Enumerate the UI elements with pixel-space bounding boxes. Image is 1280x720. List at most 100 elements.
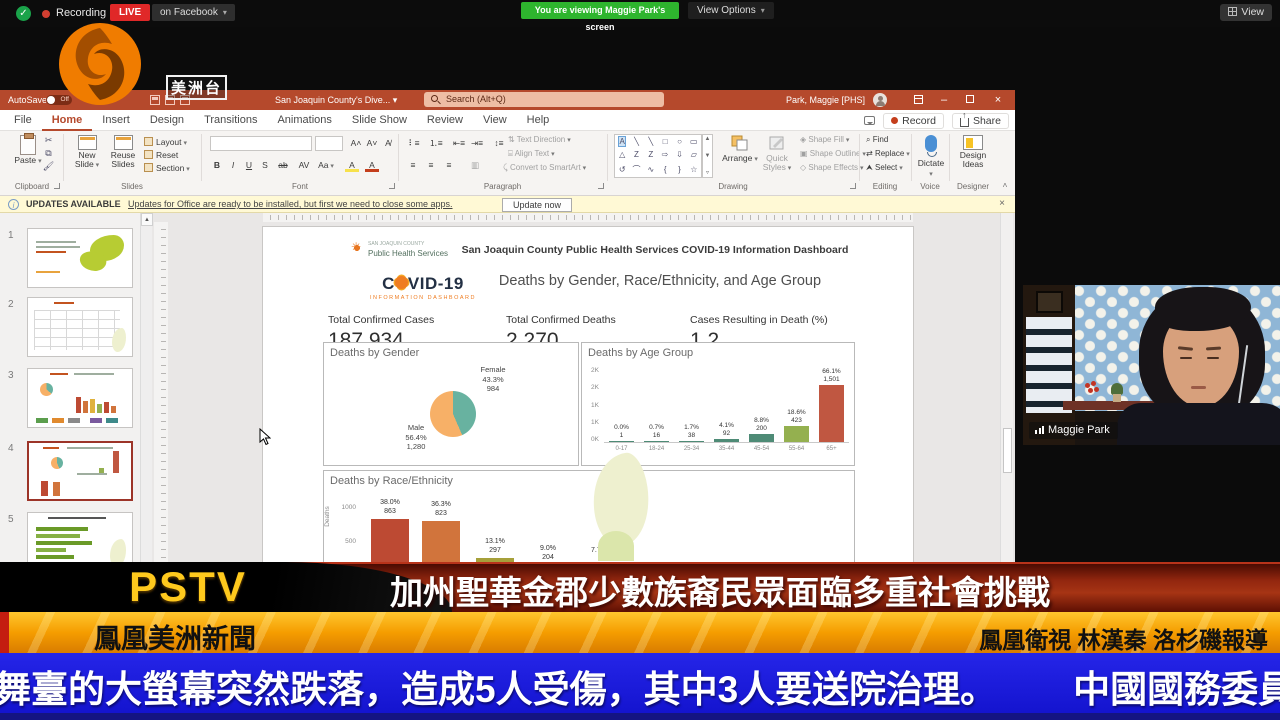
document-title[interactable]: San Joaquin County's Dive... ▾: [275, 90, 397, 110]
design-ideas-button[interactable]: Design Ideas: [954, 135, 992, 169]
numbering-button[interactable]: ⒈≡: [428, 137, 444, 150]
shape-glyph-16[interactable]: }: [678, 165, 681, 174]
increase-indent-button[interactable]: ⇥≡: [470, 137, 484, 150]
shape-glyph-4[interactable]: ○: [677, 137, 682, 146]
shape-glyph-13[interactable]: ⌒: [632, 164, 640, 175]
shrink-font-button[interactable]: A˅: [365, 137, 379, 150]
view-button[interactable]: View: [1220, 4, 1272, 21]
text-shadow-button[interactable]: S: [259, 159, 271, 172]
character-spacing-button[interactable]: AV: [295, 159, 313, 172]
shape-glyph-10[interactable]: ⇩: [676, 150, 683, 159]
restore-button[interactable]: [955, 90, 985, 110]
shape-glyph-5[interactable]: ▭: [690, 137, 698, 146]
shape-glyph-17[interactable]: ☆: [690, 165, 697, 174]
align-left-button[interactable]: ≡: [406, 159, 420, 172]
dictate-button[interactable]: Dictate: [916, 135, 946, 179]
bullets-button[interactable]: ⠇≡: [406, 137, 422, 150]
highlight-color-button[interactable]: A: [345, 159, 359, 172]
underline-button[interactable]: U: [243, 159, 255, 172]
shapes-gallery-scrollbar[interactable]: ▲▼▿: [702, 134, 713, 178]
shape-glyph-11[interactable]: ▱: [691, 150, 697, 159]
slide-scrollbar[interactable]: [1000, 213, 1013, 563]
columns-button[interactable]: ▥: [466, 159, 484, 172]
smartart-button[interactable]: ⤹ Convert to SmartArt: [503, 162, 586, 174]
share-button[interactable]: Share: [952, 113, 1009, 129]
layout-button[interactable]: Layout: [144, 137, 187, 148]
shape-glyph-0[interactable]: A: [619, 137, 624, 146]
section-button[interactable]: Section: [144, 163, 190, 174]
record-button[interactable]: Record: [883, 113, 944, 129]
select-button[interactable]: ⮝ Select: [866, 162, 903, 174]
collapse-ribbon-button[interactable]: ˄: [999, 179, 1011, 192]
tab-view[interactable]: View: [473, 110, 517, 131]
decrease-indent-button[interactable]: ⇤≡: [452, 137, 466, 150]
live-destination[interactable]: on Facebook: [152, 4, 235, 21]
text-direction-button[interactable]: ⇅ Text Direction: [508, 134, 571, 146]
thumbnail-scrollbar[interactable]: ▲: [140, 213, 152, 563]
italic-button[interactable]: I: [227, 159, 239, 172]
new-slide-button[interactable]: New Slide: [70, 135, 104, 170]
find-button[interactable]: ⌕ Find: [866, 134, 888, 145]
slide-thumbnail-4[interactable]: [27, 441, 133, 501]
user-avatar[interactable]: [873, 93, 887, 107]
shape-glyph-15[interactable]: {: [664, 165, 667, 174]
tab-home[interactable]: Home: [42, 110, 93, 131]
shape-glyph-8[interactable]: Z: [648, 150, 653, 159]
participant-video[interactable]: Maggie Park: [1023, 285, 1280, 445]
shape-effects-button[interactable]: ◇ Shape Effects: [800, 162, 864, 174]
scroll-up-icon[interactable]: ▲: [141, 213, 153, 226]
replace-button[interactable]: ⇄ Replace: [866, 148, 910, 160]
shape-glyph-7[interactable]: Z: [634, 150, 639, 159]
font-color-button[interactable]: A: [365, 159, 379, 172]
format-painter-icon[interactable]: 🖌: [42, 161, 55, 172]
shape-glyph-1[interactable]: ╲: [634, 137, 639, 146]
reset-button[interactable]: Reset: [144, 150, 178, 161]
font-name-select[interactable]: [210, 136, 312, 151]
copy-icon[interactable]: ⧉: [42, 148, 55, 159]
update-now-button[interactable]: Update now: [502, 198, 572, 212]
cut-icon[interactable]: ✂: [42, 135, 55, 146]
shape-glyph-14[interactable]: ∿: [647, 165, 654, 174]
scrollbar-thumb[interactable]: [1003, 428, 1012, 473]
arrange-button[interactable]: Arrange: [720, 135, 760, 164]
shape-glyph-12[interactable]: ↺: [619, 165, 626, 174]
tab-help[interactable]: Help: [517, 110, 560, 131]
tab-insert[interactable]: Insert: [92, 110, 140, 131]
shape-glyph-3[interactable]: □: [663, 137, 668, 146]
shapes-gallery[interactable]: A ╲ ╲ □ ○ ▭ △ ZZ ⇨ ⇩ ▱ ↺ ⌒ ∿ {} ☆: [614, 134, 702, 178]
change-case-button[interactable]: Aa: [317, 159, 335, 172]
close-update-banner-icon[interactable]: ×: [999, 198, 1005, 209]
reuse-slides-button[interactable]: Reuse Slides: [106, 135, 140, 169]
clear-formatting-button[interactable]: A̸: [381, 137, 395, 150]
slide-thumbnail-5[interactable]: [27, 512, 133, 563]
tab-transitions[interactable]: Transitions: [194, 110, 267, 131]
slide-thumbnail-2[interactable]: [27, 297, 133, 357]
tab-review[interactable]: Review: [417, 110, 473, 131]
update-banner-message[interactable]: Updates for Office are ready to be insta…: [128, 199, 453, 209]
shape-glyph-6[interactable]: △: [619, 150, 625, 159]
search-input[interactable]: Search (Alt+Q): [424, 92, 664, 107]
shape-outline-button[interactable]: ▣ Shape Outline: [800, 148, 866, 160]
align-text-button[interactable]: ⌸ Align Text: [508, 148, 555, 160]
slide-thumbnail-3[interactable]: [27, 368, 133, 428]
font-size-select[interactable]: [315, 136, 343, 151]
align-center-button[interactable]: ≡: [424, 159, 438, 172]
view-options-button[interactable]: View Options: [688, 2, 774, 19]
align-right-button[interactable]: ≡: [442, 159, 456, 172]
grow-font-button[interactable]: A˄: [349, 137, 363, 150]
shape-glyph-2[interactable]: ╲: [648, 137, 653, 146]
close-button[interactable]: ×: [983, 90, 1013, 110]
bold-button[interactable]: B: [211, 159, 223, 172]
save-icon[interactable]: [150, 95, 160, 105]
tab-design[interactable]: Design: [140, 110, 194, 131]
tab-slide-show[interactable]: Slide Show: [342, 110, 417, 131]
shape-fill-button[interactable]: ◈ Shape Fill: [800, 134, 849, 146]
tab-animations[interactable]: Animations: [267, 110, 341, 131]
line-spacing-button[interactable]: ↕≡: [492, 137, 506, 150]
tab-file[interactable]: File: [4, 110, 42, 131]
comments-icon[interactable]: [864, 116, 875, 125]
strikethrough-button[interactable]: ab: [275, 159, 291, 172]
shape-glyph-9[interactable]: ⇨: [662, 150, 669, 159]
quick-styles-button[interactable]: Quick Styles: [758, 135, 796, 173]
slide-thumbnail-1[interactable]: [27, 228, 133, 288]
